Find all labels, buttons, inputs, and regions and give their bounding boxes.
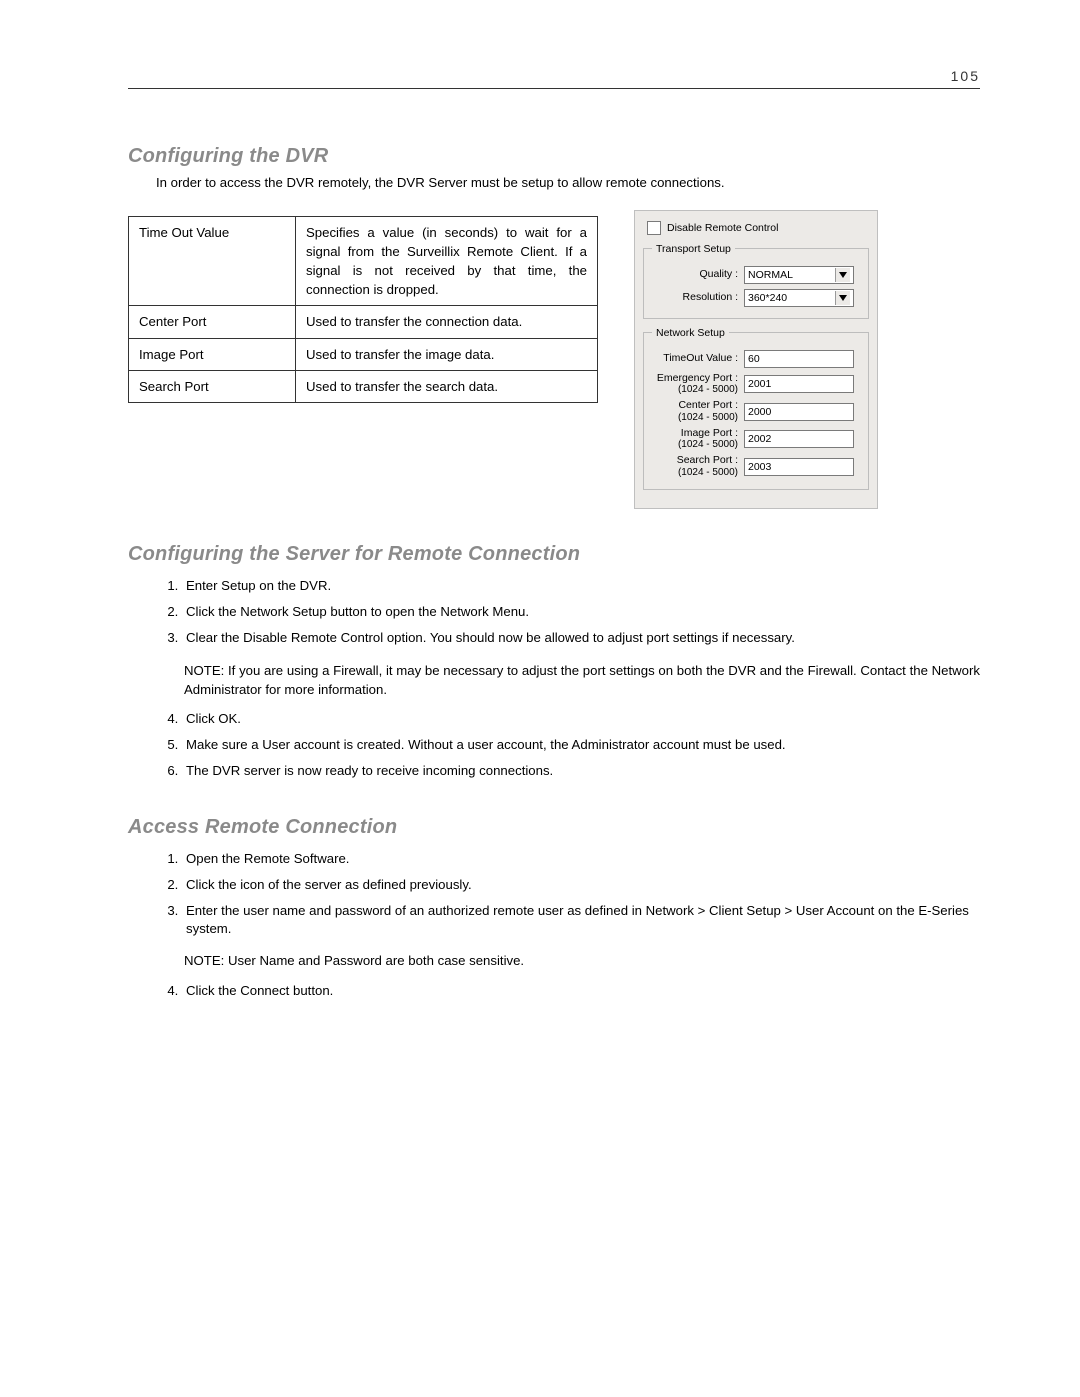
table-row: Image Port Used to transfer the image da… [129, 338, 598, 370]
page-number: 105 [951, 68, 980, 84]
term-cell: Search Port [129, 370, 296, 402]
image-row: Image Port : (1024 - 5000) 2002 [652, 428, 860, 451]
disable-remote-row: Disable Remote Control [647, 221, 869, 235]
center-row: Center Port : (1024 - 5000) 2000 [652, 400, 860, 423]
search-label: Search Port : (1024 - 5000) [652, 455, 744, 478]
quality-label: Quality : [652, 269, 744, 281]
quality-value: NORMAL [748, 269, 793, 281]
desc-cell: Used to transfer the connection data. [296, 306, 598, 338]
center-input[interactable]: 2000 [744, 403, 854, 421]
term-cell: Time Out Value [129, 216, 296, 306]
desc-cell: Specifies a value (in seconds) to wait f… [296, 216, 598, 306]
transport-legend: Transport Setup [652, 243, 735, 255]
table-row: Center Port Used to transfer the connect… [129, 306, 598, 338]
search-row: Search Port : (1024 - 5000) 2003 [652, 455, 860, 478]
emergency-row: Emergency Port : (1024 - 5000) 2001 [652, 373, 860, 396]
timeout-label: TimeOut Value : [652, 353, 744, 365]
search-input[interactable]: 2003 [744, 458, 854, 476]
heading-access-remote: Access Remote Connection [128, 816, 980, 839]
center-label: Center Port : (1024 - 5000) [652, 400, 744, 423]
steps-list: Enter Setup on the DVR. Click the Networ… [156, 574, 980, 653]
desc-cell: Used to transfer the image data. [296, 338, 598, 370]
note-text: NOTE: If you are using a Firewall, it ma… [184, 661, 980, 699]
heading-configuring-server: Configuring the Server for Remote Connec… [128, 543, 980, 566]
chevron-down-icon [835, 268, 850, 282]
term-cell: Center Port [129, 306, 296, 338]
list-item: Click the icon of the server as defined … [182, 873, 980, 899]
timeout-input[interactable]: 60 [744, 350, 854, 368]
steps-list: Click OK. Make sure a User account is cr… [156, 707, 980, 786]
list-item: Enter Setup on the DVR. [182, 574, 980, 600]
list-item: Click the Connect button. [182, 979, 980, 1005]
term-cell: Image Port [129, 338, 296, 370]
intro-text: In order to access the DVR remotely, the… [156, 174, 980, 192]
list-item: The DVR server is now ready to receive i… [182, 759, 980, 785]
definitions-table: Time Out Value Specifies a value (in sec… [128, 216, 598, 403]
chevron-down-icon [835, 291, 850, 305]
header-rule: 105 [128, 64, 980, 89]
transport-setup-group: Transport Setup Quality : NORMAL Resolut… [643, 243, 869, 319]
list-item: Click OK. [182, 707, 980, 733]
two-column-row: Time Out Value Specifies a value (in sec… [128, 216, 980, 509]
table-row: Time Out Value Specifies a value (in sec… [129, 216, 598, 306]
quality-row: Quality : NORMAL [652, 266, 860, 284]
resolution-value: 360*240 [748, 292, 787, 304]
emergency-label: Emergency Port : (1024 - 5000) [652, 373, 744, 396]
network-legend: Network Setup [652, 327, 729, 339]
timeout-row: TimeOut Value : 60 [652, 350, 860, 368]
desc-cell: Used to transfer the search data. [296, 370, 598, 402]
heading-configuring-dvr: Configuring the DVR [128, 145, 980, 168]
table-row: Search Port Used to transfer the search … [129, 370, 598, 402]
list-item: Clear the Disable Remote Control option.… [182, 626, 980, 652]
note-text: NOTE: User Name and Password are both ca… [184, 951, 980, 970]
image-input[interactable]: 2002 [744, 430, 854, 448]
list-item: Open the Remote Software. [182, 847, 980, 873]
quality-select[interactable]: NORMAL [744, 266, 854, 284]
disable-remote-label: Disable Remote Control [667, 222, 778, 234]
resolution-label: Resolution : [652, 292, 744, 304]
resolution-row: Resolution : 360*240 [652, 289, 860, 307]
list-item: Click the Network Setup button to open t… [182, 600, 980, 626]
settings-panel: Disable Remote Control Transport Setup Q… [634, 210, 878, 509]
page: 105 Configuring the DVR In order to acce… [0, 0, 1080, 1397]
disable-remote-checkbox[interactable] [647, 221, 661, 235]
resolution-select[interactable]: 360*240 [744, 289, 854, 307]
image-label: Image Port : (1024 - 5000) [652, 428, 744, 451]
emergency-input[interactable]: 2001 [744, 375, 854, 393]
network-setup-group: Network Setup TimeOut Value : 60 Emergen… [643, 327, 869, 490]
steps-list: Click the Connect button. [156, 979, 980, 1005]
list-item: Make sure a User account is created. Wit… [182, 733, 980, 759]
list-item: Enter the user name and password of an a… [182, 899, 980, 943]
steps-list: Open the Remote Software. Click the icon… [156, 847, 980, 944]
